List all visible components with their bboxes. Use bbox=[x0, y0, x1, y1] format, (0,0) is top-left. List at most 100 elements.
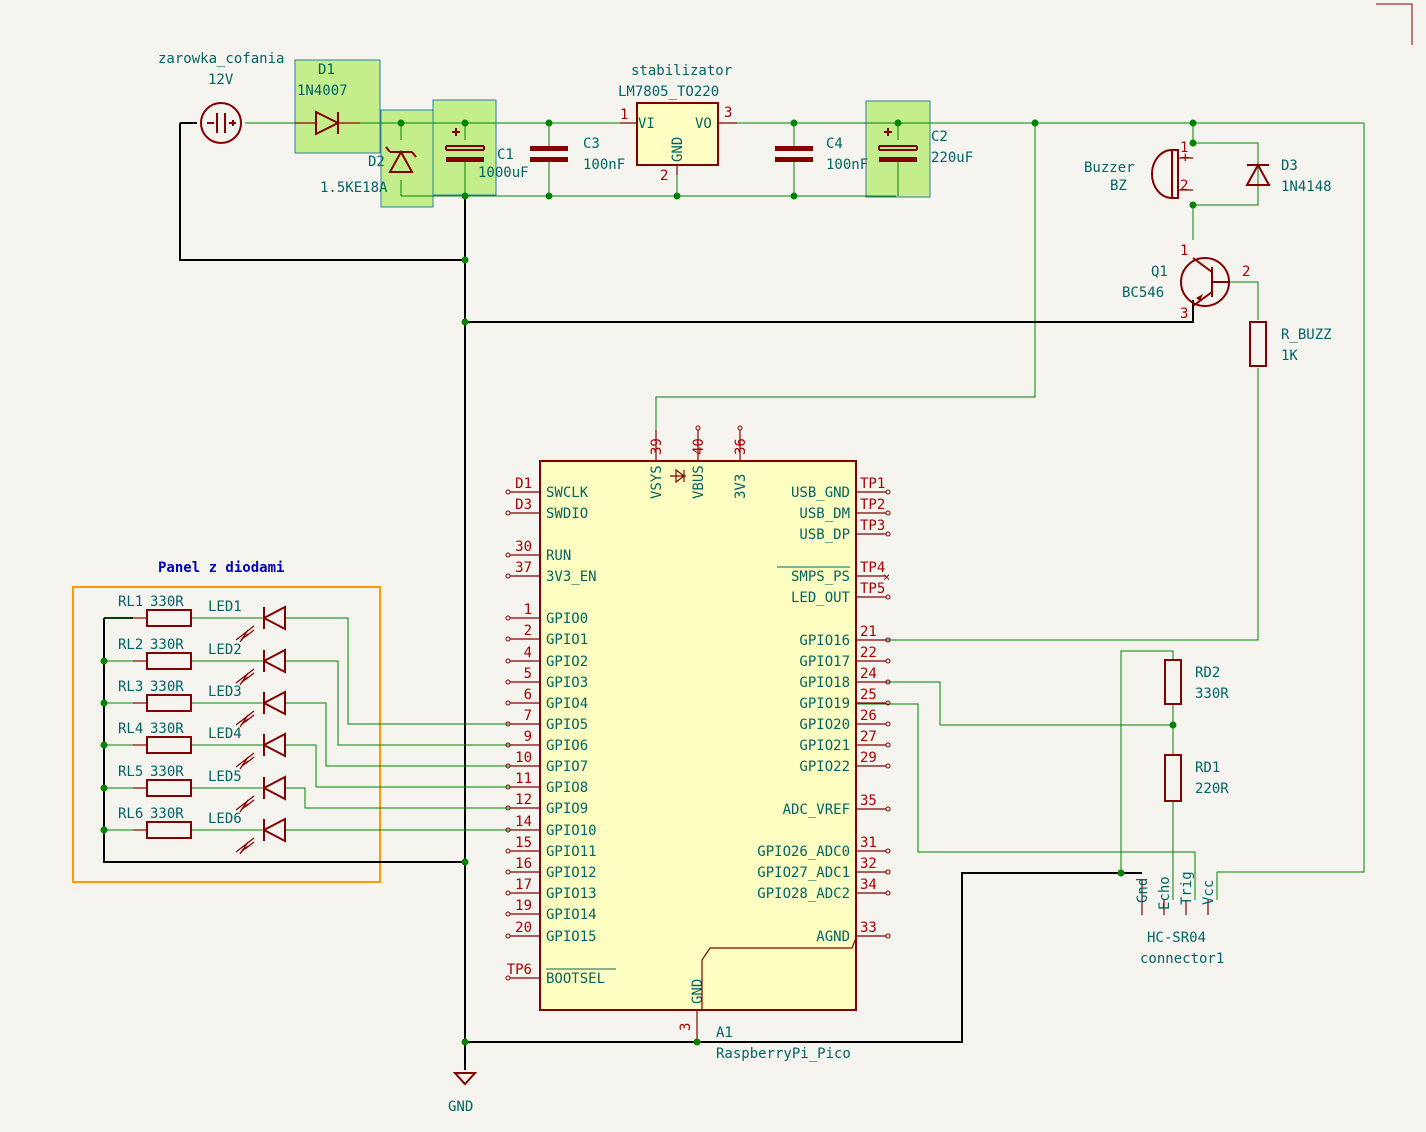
wire-vcc-hcsr04 bbox=[1216, 123, 1365, 900]
pico-pin-num: 20 bbox=[515, 920, 532, 936]
pico-pin-num: TP1 bbox=[860, 476, 885, 492]
d2-value: 1.5KE18A bbox=[320, 180, 388, 196]
led-diode bbox=[235, 605, 286, 643]
led-resistor-value: 330R bbox=[150, 679, 184, 695]
pico-pin-num: 26 bbox=[860, 708, 877, 724]
pico-pin-num: 37 bbox=[515, 560, 532, 576]
rbuzz-ref: R_BUZZ bbox=[1281, 327, 1332, 343]
pico-pin-name: GPIO2 bbox=[546, 654, 588, 670]
pico-pin-name: GPIO28_ADC2 bbox=[757, 886, 850, 902]
pico-pin-num: 16 bbox=[515, 856, 532, 872]
hcsr04-symbol bbox=[1141, 880, 1209, 915]
led-resistor-value: 330R bbox=[150, 637, 184, 653]
pico-pin-num: 34 bbox=[860, 877, 877, 893]
pico-pin-name: GPIO20 bbox=[799, 717, 850, 733]
rbuzz-value: 1K bbox=[1281, 348, 1298, 364]
c3-ref: C3 bbox=[583, 136, 600, 152]
pico-pin-num: 39 bbox=[649, 438, 665, 455]
c4-symbol bbox=[775, 146, 813, 162]
led-ref: LED5 bbox=[208, 769, 242, 785]
q1-ref: Q1 bbox=[1151, 264, 1168, 280]
led-diode bbox=[235, 732, 286, 770]
pico-pin-name: GPIO8 bbox=[546, 780, 588, 796]
gnd-symbol bbox=[452, 1072, 478, 1086]
pico-pin-name: USB_DM bbox=[799, 506, 850, 522]
pico-pin-name: GPIO16 bbox=[799, 633, 850, 649]
d3-value: 1N4148 bbox=[1281, 179, 1332, 195]
buzzer-value: BZ bbox=[1110, 178, 1127, 194]
led-ref: LED4 bbox=[208, 726, 242, 742]
pico-pin-name: USB_GND bbox=[791, 485, 850, 501]
pico-pin-num: 17 bbox=[515, 877, 532, 893]
pico-pin-name: SWDIO bbox=[546, 506, 588, 522]
led-ref: LED6 bbox=[208, 811, 242, 827]
q1-symbol bbox=[1180, 257, 1230, 307]
hcsr04-ref: HC-SR04 bbox=[1147, 930, 1206, 946]
pico-pin-num: 33 bbox=[860, 920, 877, 936]
pico-pin-num: 24 bbox=[860, 666, 877, 682]
pico-pin-name: GPIO11 bbox=[546, 844, 597, 860]
lamp-ref: zarowka_cofania bbox=[158, 51, 284, 67]
pico-pin-name: SWCLK bbox=[546, 485, 589, 501]
wire-rbuzz-gpio16 bbox=[856, 368, 1259, 641]
pico-pin-name: GPIO27_ADC1 bbox=[757, 865, 850, 881]
pico-pin-name: GND bbox=[690, 979, 706, 1004]
led-resistor-value: 330R bbox=[150, 806, 184, 822]
pico-pin-name: GPIO19 bbox=[799, 696, 850, 712]
reg-vo: VO bbox=[695, 116, 712, 132]
pico-pin-num: TP6 bbox=[507, 962, 532, 978]
led-resistor-ref: RL3 bbox=[118, 679, 143, 695]
sheet-frame bbox=[1376, 3, 1413, 45]
c1-ref: C1 bbox=[497, 147, 514, 163]
pico-pin-num: 35 bbox=[860, 793, 877, 809]
reg-gnd: GND bbox=[670, 137, 686, 162]
d2-highlight bbox=[380, 109, 434, 208]
led-resistor-ref: RL1 bbox=[118, 594, 143, 610]
pico-pin-name: BOOTSEL bbox=[546, 971, 605, 987]
pico-pin-num: 19 bbox=[515, 898, 532, 914]
pico-pin-name: SMPS_PS bbox=[791, 569, 850, 585]
pico-pin-name: GPIO13 bbox=[546, 886, 597, 902]
led-resistor-value: 330R bbox=[150, 594, 184, 610]
c3-value: 100nF bbox=[583, 157, 625, 173]
pico-pin-name: GPIO5 bbox=[546, 717, 588, 733]
pico-pin-name: GPIO0 bbox=[546, 611, 588, 627]
pico-pin-num: 12 bbox=[515, 792, 532, 808]
pico-pin-name: GPIO1 bbox=[546, 632, 588, 648]
pico-pin-name: 3V3 bbox=[733, 474, 749, 499]
led-resistor bbox=[146, 609, 192, 627]
pico-pin-num: 29 bbox=[860, 750, 877, 766]
rd2-symbol bbox=[1164, 659, 1182, 705]
reg-value: LM7805_TO220 bbox=[618, 84, 719, 100]
pico-pin-num: D1 bbox=[515, 476, 532, 492]
d1-value: 1N4007 bbox=[297, 83, 348, 99]
pico-pin-num: 3 bbox=[678, 1023, 694, 1031]
rd2-value: 330R bbox=[1195, 686, 1229, 702]
reg-vi: VI bbox=[638, 116, 655, 132]
pico-pin-name: GPIO22 bbox=[799, 759, 850, 775]
buzzer-pin2: 2 bbox=[1180, 178, 1188, 194]
lamp-symbol bbox=[200, 102, 242, 144]
led-diode bbox=[235, 690, 286, 728]
c2-value: 220uF bbox=[931, 150, 973, 166]
pico-pin-num: 2 bbox=[524, 623, 532, 639]
pico-ref: A1 bbox=[716, 1025, 733, 1041]
pico-pin-name: GPIO14 bbox=[546, 907, 597, 923]
rd2-ref: RD2 bbox=[1195, 665, 1220, 681]
pico-pin-name: GPIO10 bbox=[546, 823, 597, 839]
pico-pin-name: 3V3_EN bbox=[546, 569, 597, 585]
led-resistor-ref: RL5 bbox=[118, 764, 143, 780]
d2-ref: D2 bbox=[368, 154, 385, 170]
pico-pin-num: 21 bbox=[860, 624, 877, 640]
wire-q1-rbuzz bbox=[1228, 281, 1259, 320]
hcsr04-pin-gnd: Gnd bbox=[1135, 878, 1151, 903]
pico-value: RaspberryPi_Pico bbox=[716, 1046, 851, 1062]
hcsr04-pin-vcc: Vcc bbox=[1201, 880, 1217, 905]
panel-title: Panel z diodami bbox=[158, 560, 284, 576]
pico-pin-name: GPIO6 bbox=[546, 738, 588, 754]
led-ref: LED2 bbox=[208, 642, 242, 658]
pico-pin-name: GPIO21 bbox=[799, 738, 850, 754]
pico-pin-num: 7 bbox=[524, 708, 532, 724]
led-ref: LED3 bbox=[208, 684, 242, 700]
c2-ref: C2 bbox=[931, 129, 948, 145]
